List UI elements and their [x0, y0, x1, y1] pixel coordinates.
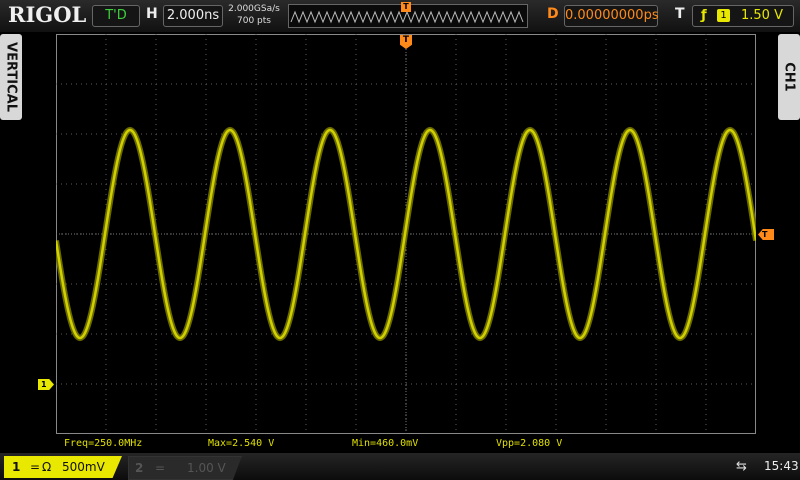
memory-depth: 700 pts [237, 16, 271, 26]
usb-icon: ⇆ [736, 459, 747, 474]
waveform-display[interactable] [53, 34, 759, 434]
ch2-number: 2 [135, 461, 144, 475]
memory-trigger-marker: T [401, 2, 411, 12]
measure-frequency[interactable]: Freq=250.0MHz [64, 438, 142, 449]
measure-min[interactable]: Min=460.0mV [352, 438, 418, 449]
ch1-scale: 500mV [62, 460, 105, 474]
trigger-level-glyph: T [762, 230, 768, 239]
ch2-coupling-icon: = [155, 461, 166, 475]
brand-logo: RIGOL [8, 2, 87, 27]
ch1-coupling-icon: = [30, 460, 41, 474]
top-status-bar: RIGOL T'D H 2.000ns 2.000GSa/s 700 pts T… [0, 0, 800, 32]
memory-overview[interactable]: T [288, 2, 528, 28]
ch1-ground-glyph: 1 [41, 380, 47, 389]
ch2-scale: 1.00 V [187, 461, 226, 475]
system-clock: 15:43 [764, 459, 799, 473]
channel-tab-label: CH1 [781, 62, 797, 92]
measure-vpp[interactable]: Vpp=2.080 V [496, 438, 562, 449]
scope-graticule [53, 34, 759, 434]
trigger-level-marker[interactable]: T [758, 229, 774, 240]
channel-2-status[interactable]: 2 = 1.00 V [128, 456, 242, 480]
timebase-value[interactable]: 2.000ns [163, 5, 223, 27]
run-status-indicator[interactable]: T'D [92, 5, 140, 27]
delay-value[interactable]: 0.00000000ps [564, 5, 659, 27]
channel-menu-tab[interactable]: CH1 [778, 34, 800, 120]
trigger-setting[interactable]: ƒ 1 1.50 V [692, 5, 794, 27]
trigger-position-glyph: T [402, 35, 410, 45]
trigger-label: T [675, 6, 685, 22]
ch1-impedance-icon: Ω [42, 460, 52, 474]
vertical-menu-tab[interactable]: VERTICAL [0, 34, 22, 120]
measure-max[interactable]: Max=2.540 V [208, 438, 274, 449]
sample-rate: 2.000GSa/s [228, 4, 280, 14]
ch1-ground-marker[interactable]: 1 [38, 379, 54, 390]
ch1-number: 1 [12, 460, 21, 474]
acquisition-info: 2.000GSa/s 700 pts [228, 3, 280, 27]
timebase-label: H [146, 6, 158, 22]
trigger-channel-badge: 1 [717, 9, 730, 22]
delay-label: D [547, 6, 559, 22]
vertical-tab-label: VERTICAL [3, 42, 19, 112]
trigger-level-value: 1.50 V [741, 8, 783, 23]
channel-1-status[interactable]: 1 = Ω 500mV [4, 456, 122, 478]
rising-edge-icon: ƒ [701, 8, 707, 23]
bottom-channel-bar: 1 = Ω 500mV 2 = 1.00 V ⇆ 15:43 [0, 453, 800, 480]
